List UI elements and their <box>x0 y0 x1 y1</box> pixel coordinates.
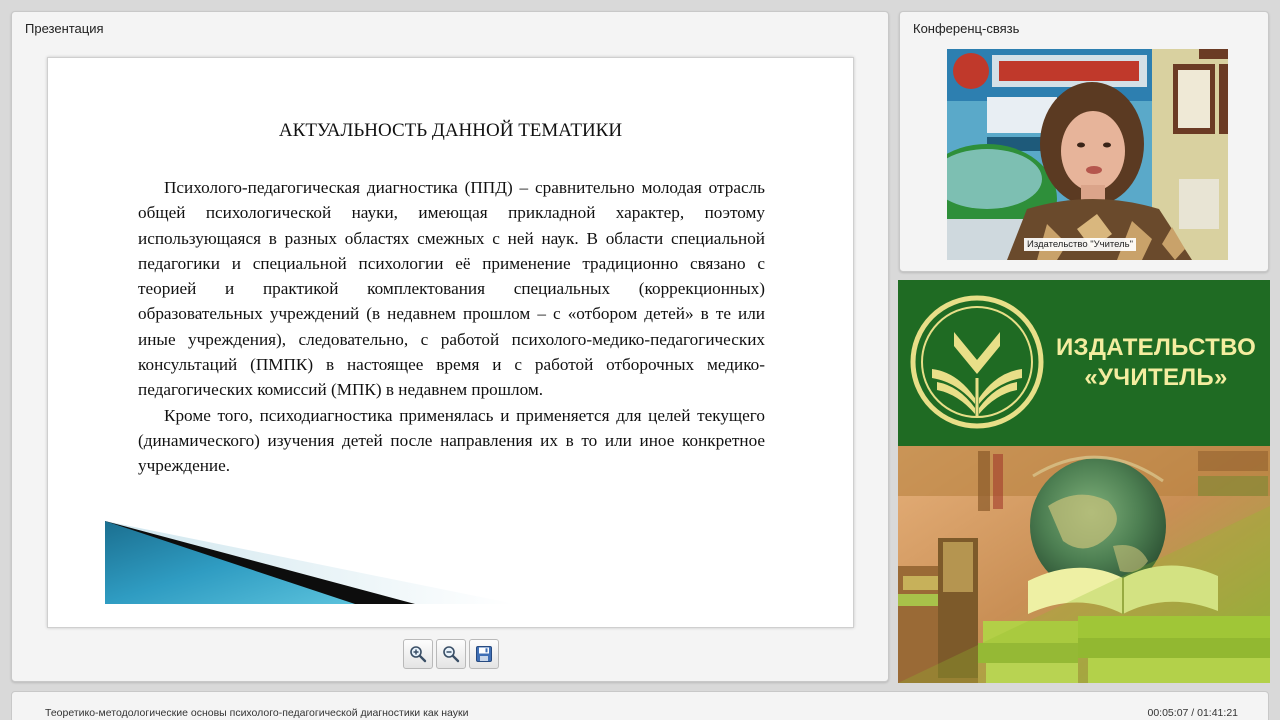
slide-paragraph: Психолого-педагогическая диагностика (ПП… <box>138 178 765 400</box>
zoom-out-icon <box>443 646 460 663</box>
video-feed[interactable]: Издательство "Учитель" <box>947 49 1228 260</box>
ad-banner-text: ИЗДАТЕЛЬСТВО «УЧИТЕЛЬ» <box>1056 333 1256 393</box>
slide-body: Психолого-педагогическая диагностика (ПП… <box>138 175 765 479</box>
conference-panel-title: Конференц-связь <box>913 21 1020 36</box>
save-icon <box>476 646 492 662</box>
presentation-panel: Презентация АКТУАЛЬНОСТЬ ДАННОЙ ТЕМАТИКИ… <box>11 11 889 682</box>
playback-time: 00:05:07 / 01:41:21 <box>1147 707 1239 719</box>
lecture-title: Теоретико-методологические основы психол… <box>45 707 469 719</box>
save-button[interactable] <box>469 639 499 669</box>
lecture-footer: Теоретико-методологические основы психол… <box>11 691 1269 720</box>
publisher-logo-icon <box>910 295 1044 429</box>
slide-decoration <box>105 521 515 604</box>
presentation-panel-title: Презентация <box>25 21 104 36</box>
books-globe-illustration <box>898 446 1270 683</box>
ad-banner-image <box>898 446 1270 683</box>
conference-panel: Конференц-связь Издательство "Учитель" <box>899 11 1269 272</box>
zoom-in-button[interactable] <box>403 639 433 669</box>
slide-title: АКТУАЛЬНОСТЬ ДАННОЙ ТЕМАТИКИ <box>278 120 623 141</box>
slide-paragraph: Кроме того, психодиагностика применялась… <box>138 405 765 476</box>
ad-line-2: «УЧИТЕЛЬ» <box>1084 364 1228 391</box>
ad-banner-top: ИЗДАТЕЛЬСТВО «УЧИТЕЛЬ» <box>898 280 1270 446</box>
ad-line-1: ИЗДАТЕЛЬСТВО <box>1056 334 1257 361</box>
publisher-ad-banner[interactable]: ИЗДАТЕЛЬСТВО «УЧИТЕЛЬ» <box>898 280 1270 683</box>
video-frame <box>947 49 1228 260</box>
slide-toolbar <box>403 639 499 669</box>
zoom-in-icon <box>410 646 427 663</box>
zoom-out-button[interactable] <box>436 639 466 669</box>
presentation-slide: АКТУАЛЬНОСТЬ ДАННОЙ ТЕМАТИКИ Психолого-п… <box>47 57 854 628</box>
video-caption: Издательство "Учитель" <box>1024 238 1137 251</box>
